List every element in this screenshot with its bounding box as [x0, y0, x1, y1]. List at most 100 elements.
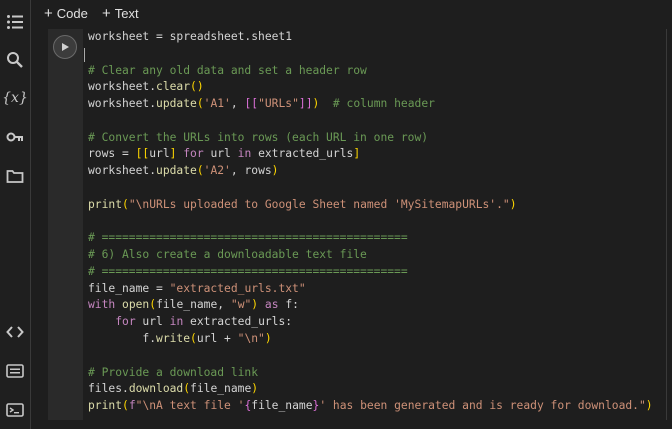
code-token: # column header: [332, 97, 435, 111]
code-token: url: [135, 315, 170, 329]
code-token: download: [128, 382, 184, 396]
code-token: for: [183, 147, 204, 161]
code-token: ]: [353, 147, 361, 161]
code-token: worksheet = spreadsheet.sheet1: [88, 30, 293, 43]
text-cursor: [84, 48, 85, 62]
code-token: file_name =: [88, 281, 170, 295]
code-token: ' has been generated and is ready for do…: [319, 399, 646, 413]
code-token: (: [190, 332, 197, 346]
left-sidebar: {x}: [0, 0, 31, 429]
code-editor[interactable]: worksheet = spreadsheet.sheet1 # Clear an…: [83, 29, 672, 420]
code-token: write: [156, 332, 191, 346]
code-token: url: [203, 147, 238, 161]
search-icon[interactable]: [3, 48, 27, 72]
code-token: [[: [135, 147, 150, 161]
code-token: file_name,: [156, 298, 231, 312]
terminal-icon[interactable]: [3, 398, 27, 422]
run-cell-button[interactable]: [53, 35, 77, 59]
code-line: worksheet = spreadsheet.sheet1: [88, 29, 292, 45]
command-palette-icon[interactable]: [3, 359, 27, 383]
code-token: rows =: [88, 147, 136, 161]
code-token: extracted_urls:: [183, 315, 293, 329]
code-token: 'A1': [203, 97, 231, 111]
code-token: for: [115, 315, 136, 329]
variables-label: {x}: [2, 90, 28, 106]
variables-icon[interactable]: {x}: [2, 86, 28, 110]
code-line: rows = [[url] for url in extracted_urls]: [88, 146, 360, 162]
code-token: update: [156, 97, 197, 111]
code-line: f.write(url + "\n"): [88, 331, 272, 347]
code-token: ): [251, 382, 259, 396]
code-token: ): [509, 197, 517, 211]
code-token: in: [237, 147, 252, 161]
code-token: f:: [278, 298, 299, 312]
code-snippets-icon[interactable]: [3, 320, 27, 344]
code-line: # Convert the URLs into rows (each URL i…: [88, 130, 428, 146]
code-token: with: [88, 298, 116, 312]
code-token: f: [128, 399, 136, 413]
add-text-cell-button[interactable]: + Text: [102, 4, 139, 22]
code-token: (: [122, 197, 129, 211]
code-line: for url in extracted_urls:: [88, 314, 292, 330]
code-token: # Provide a download link: [88, 365, 259, 379]
code-token: "extracted_urls.txt": [169, 281, 306, 295]
code-token: [[: [244, 97, 259, 111]
code-token: print: [88, 399, 123, 413]
code-line: # ======================================…: [88, 230, 408, 246]
code-token: ,: [230, 97, 245, 111]
code-token: ]]: [298, 97, 313, 111]
code-token: ): [271, 164, 279, 178]
code-token: ): [645, 399, 653, 413]
code-line: worksheet.clear(): [88, 79, 204, 95]
cell-gutter: [48, 29, 83, 420]
code-token: "w": [230, 298, 252, 312]
code-token: (): [190, 80, 204, 94]
add-text-label: Text: [114, 5, 139, 21]
code-token: clear: [156, 80, 191, 94]
code-line: # Clear any old data and set a header ro…: [88, 63, 367, 79]
code-token: # Convert the URLs into rows (each URL i…: [88, 130, 429, 144]
code-token: # ======================================…: [88, 264, 408, 278]
code-line: print("\nURLs uploaded to Google Sheet n…: [88, 197, 517, 213]
code-line: with open(file_name, "w") as f:: [88, 297, 299, 313]
code-token: (: [122, 399, 129, 413]
files-folder-icon[interactable]: [3, 164, 27, 188]
code-line: # Provide a download link: [88, 365, 258, 381]
code-token: as: [264, 298, 279, 312]
code-line: worksheet.update('A2', rows): [88, 163, 278, 179]
code-token: # 6) Also create a downloadable text fil…: [88, 248, 367, 262]
add-code-cell-button[interactable]: + Code: [44, 4, 88, 22]
code-token: open: [122, 298, 150, 312]
code-token: (: [196, 164, 204, 178]
code-cell[interactable]: worksheet = spreadsheet.sheet1 # Clear an…: [48, 29, 672, 420]
table-of-contents-icon[interactable]: [3, 10, 27, 34]
code-token: , rows: [230, 164, 272, 178]
code-token: 'A2': [203, 164, 231, 178]
code-token: in: [169, 315, 184, 329]
secrets-key-icon[interactable]: [3, 125, 27, 149]
code-line: files.download(file_name): [88, 381, 258, 397]
add-code-label: Code: [56, 5, 88, 21]
code-token: worksheet.: [88, 80, 157, 94]
code-token: file_name: [251, 399, 313, 413]
code-line: # ======================================…: [88, 264, 408, 280]
code-token: # ======================================…: [88, 231, 408, 245]
code-token: "\nURLs uploaded to Google Sheet named '…: [128, 197, 510, 211]
code-token: ): [264, 332, 272, 346]
code-token: worksheet.: [88, 97, 157, 111]
code-token: worksheet.: [88, 164, 157, 178]
code-line: # 6) Also create a downloadable text fil…: [88, 247, 367, 263]
play-icon: [62, 43, 69, 51]
code-token: # Clear any old data and set a header ro…: [88, 63, 367, 77]
code-token: "\n": [237, 332, 265, 346]
code-token: file_name: [190, 382, 252, 396]
code-token: update: [156, 164, 197, 178]
code-token: url: [149, 147, 170, 161]
code-line: worksheet.update('A1', [["URLs"]]) # col…: [88, 96, 435, 112]
code-token: files.: [88, 382, 129, 396]
code-token: (: [196, 97, 204, 111]
